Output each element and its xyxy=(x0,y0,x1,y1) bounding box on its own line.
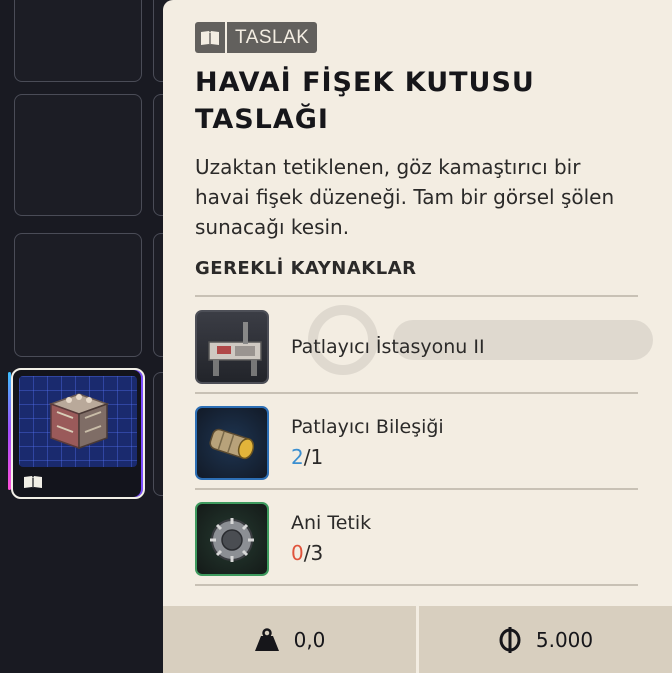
category-tag: TASLAK xyxy=(195,22,318,53)
inventory-slot[interactable] xyxy=(14,94,142,216)
divider xyxy=(195,295,638,297)
inventory-slot[interactable] xyxy=(14,233,142,357)
resource-count: 2/1 xyxy=(291,445,323,469)
blueprint-icon xyxy=(24,476,42,488)
resource-row[interactable]: Patlayıcı Bileşiği 2/1 xyxy=(195,394,638,488)
resource-row[interactable]: Ani Tetik 0/3 xyxy=(195,490,638,584)
item-title: HAVAİ FİŞEK KUTUSU TASLAĞI xyxy=(195,67,535,135)
price-value: 5.000 xyxy=(535,627,594,652)
weight-icon xyxy=(254,627,279,651)
resource-need: /1 xyxy=(303,445,324,469)
resource-name: Ani Tetik xyxy=(291,512,372,534)
coin-icon xyxy=(499,626,521,653)
explosive-compound-icon xyxy=(195,406,269,480)
resource-name: Patlayıcı Bileşiği xyxy=(291,416,444,438)
resource-have: 2 xyxy=(291,445,304,469)
resource-count: 0/3 xyxy=(291,541,323,565)
required-resources-heading: GEREKLİ KAYNAKLAR xyxy=(195,258,417,279)
trigger-icon xyxy=(195,502,269,576)
resource-row[interactable]: Patlayıcı İstasyonu II xyxy=(195,298,638,392)
price-cell: 5.000 xyxy=(419,606,672,673)
resource-name: Patlayıcı İstasyonu II xyxy=(291,336,485,358)
blueprint-icon xyxy=(195,22,227,53)
resource-need: /3 xyxy=(303,541,324,565)
workstation-icon xyxy=(195,310,269,384)
item-footer: 0,0 5.000 xyxy=(163,606,672,673)
divider xyxy=(195,584,638,586)
inventory-slot-selected[interactable] xyxy=(11,368,145,499)
resource-have: 0 xyxy=(291,541,304,565)
firework-crate-icon xyxy=(48,393,110,450)
weight-value: 0,0 xyxy=(293,627,326,652)
item-tooltip: TASLAK HAVAİ FİŞEK KUTUSU TASLAĞI Uzakta… xyxy=(163,0,672,673)
inventory-slot[interactable] xyxy=(14,0,142,82)
weight-cell: 0,0 xyxy=(163,606,416,673)
item-description: Uzaktan tetiklenen, göz kamaştırıcı bir … xyxy=(195,155,615,239)
category-tag-label: TASLAK xyxy=(235,26,310,48)
